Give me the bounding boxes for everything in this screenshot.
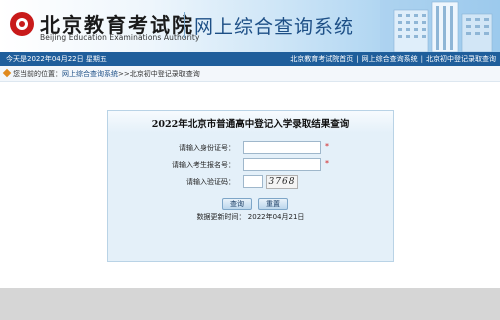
id-number-label: 请输入身份证号： <box>179 144 235 152</box>
breadcrumb-link-query-system[interactable]: 网上综合查询系统 <box>62 70 118 78</box>
exam-number-input[interactable] <box>243 158 321 171</box>
data-update-time: 数据更新时间： 2022年04月21日 <box>196 213 305 221</box>
nav-separator: | <box>420 55 423 63</box>
captcha-row: 请输入验证码： 3768 <box>108 175 393 189</box>
system-name: 网上综合查询系统 <box>194 16 355 38</box>
footer-band <box>0 288 500 320</box>
breadcrumb-bar: 您当前的位置：网上综合查询系统>>北京初中登记录取查询 <box>0 66 500 82</box>
nav-links: 北京教育考试院首页 | 网上综合查询系统 | 北京初中登记录取查询 <box>290 54 496 64</box>
captcha-label: 请输入验证码： <box>186 178 235 186</box>
current-date: 今天是2022年04月22日 星期五 <box>6 55 107 63</box>
reset-button[interactable]: 重置 <box>258 198 288 210</box>
required-mark: * <box>325 142 329 151</box>
header-divider <box>184 12 185 38</box>
query-panel: 2022年北京市普通高中登记入学录取结果查询 请输入身份证号： * 请输入考生报… <box>107 110 394 262</box>
nav-link-exam-authority-home[interactable]: 北京教育考试院首页 <box>290 55 353 63</box>
main-content: 2022年北京市普通高中登记入学录取结果查询 请输入身份证号： * 请输入考生报… <box>0 82 500 288</box>
org-name-english: Beijing Education Examinations Authority <box>40 33 200 42</box>
exam-number-label: 请输入考生报名号： <box>172 161 235 169</box>
header-banner: 北京教育考试院 Beijing Education Examinations A… <box>0 0 500 52</box>
nav-link-query-system[interactable]: 网上综合查询系统 <box>362 55 418 63</box>
page: 北京教育考试院 Beijing Education Examinations A… <box>0 0 500 320</box>
button-row: 查询 重置 <box>108 198 393 212</box>
nav-separator: | <box>356 55 359 63</box>
top-nav-bar: 今天是2022年04月22日 星期五 北京教育考试院首页 | 网上综合查询系统 | 北京… <box>0 52 500 66</box>
exam-number-row: 请输入考生报名号： * <box>108 158 393 172</box>
panel-title-bar: 2022年北京市普通高中登记入学录取结果查询 <box>108 111 393 133</box>
captcha-input[interactable] <box>243 175 263 188</box>
location-marker-icon <box>2 68 12 78</box>
panel-title: 2022年北京市普通高中登记入学录取结果查询 <box>151 119 350 130</box>
breadcrumb-current: >>北京初中登记录取查询 <box>118 70 200 78</box>
breadcrumb: 您当前的位置：网上综合查询系统>>北京初中登记录取查询 <box>13 69 200 79</box>
query-button[interactable]: 查询 <box>222 198 252 210</box>
required-mark: * <box>325 159 329 168</box>
id-number-input[interactable] <box>243 141 321 154</box>
breadcrumb-prefix: 您当前的位置： <box>13 70 62 78</box>
captcha-image[interactable]: 3768 <box>266 175 298 189</box>
building-illustration-icon <box>380 0 500 52</box>
nav-link-junior-admission-query[interactable]: 北京初中登记录取查询 <box>426 55 496 63</box>
beijing-exam-logo-icon <box>10 12 34 36</box>
id-number-row: 请输入身份证号： * <box>108 141 393 155</box>
